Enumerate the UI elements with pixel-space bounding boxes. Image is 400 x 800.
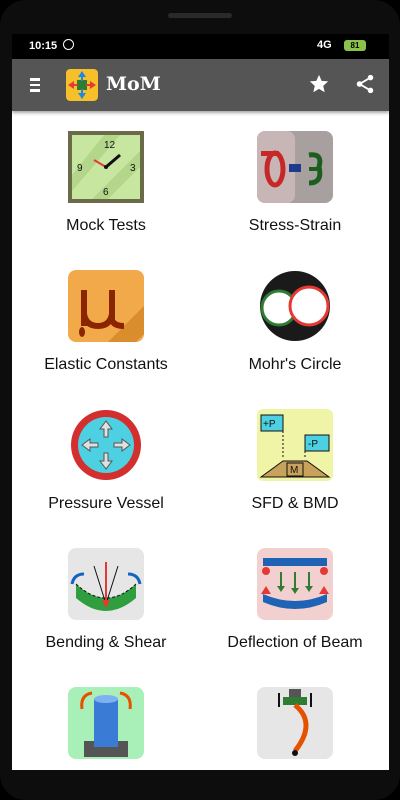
tile-label: Bending & Shear [45, 634, 167, 651]
status-bar: 10:15 4G 81 [12, 34, 389, 59]
svg-text:9: 9 [77, 163, 83, 174]
column-buckling-icon [257, 687, 333, 759]
tile-label: SFD & BMD [251, 495, 339, 512]
topic-grid: 12 3 6 9 Mock Tests Stress-Strain Elasti… [12, 111, 389, 770]
clock-icon: 12 3 6 9 [68, 131, 144, 203]
beam-deflection-icon [257, 548, 333, 620]
torsion-icon [68, 687, 144, 759]
tile-deflection-of-beam[interactable]: Deflection of Beam [201, 528, 389, 667]
screen: 10:15 4G 81 MoM 12 3 6 9 Mock Tests Stre… [12, 34, 389, 770]
tile-label: Mohr's Circle [248, 356, 342, 373]
svg-text:+P: +P [263, 419, 276, 430]
stress-strain-icon [257, 131, 333, 203]
svg-text:-P: -P [308, 439, 318, 450]
phone-frame: 10:15 4G 81 MoM 12 3 6 9 Mock Tests Stre… [0, 0, 400, 800]
tile-label: Deflection of Beam [227, 634, 363, 651]
share-icon[interactable] [354, 73, 376, 95]
menu-icon[interactable] [30, 78, 40, 92]
tile-column[interactable] [201, 667, 389, 770]
tile-torsion[interactable] [12, 667, 200, 770]
tile-label: Mock Tests [66, 217, 146, 234]
tile-label: Elastic Constants [44, 356, 168, 373]
bending-icon [68, 548, 144, 620]
app-logo [66, 69, 98, 101]
svg-text:3: 3 [130, 163, 136, 174]
tile-sfd-bmd[interactable]: +P -P M SFD & BMD [201, 389, 389, 528]
tile-label: Pressure Vessel [48, 495, 164, 512]
dnd-icon [63, 39, 74, 50]
sfd-bmd-icon: +P -P M [257, 409, 333, 481]
tile-mohrs-circle[interactable]: Mohr's Circle [201, 250, 389, 389]
star-icon[interactable] [308, 73, 330, 95]
svg-text:M: M [290, 465, 298, 476]
signal-icon: 4G [317, 39, 332, 51]
speaker-grille [168, 13, 232, 18]
tile-stress-strain[interactable]: Stress-Strain [201, 111, 389, 250]
tile-bending-shear[interactable]: Bending & Shear [12, 528, 200, 667]
battery-icon: 81 [344, 40, 366, 51]
mohr-circle-icon [260, 271, 330, 341]
pressure-vessel-icon [71, 410, 141, 480]
tile-elastic-constants[interactable]: Elastic Constants [12, 250, 200, 389]
tile-pressure-vessel[interactable]: Pressure Vessel [12, 389, 200, 528]
app-bar: MoM [12, 59, 389, 111]
status-time: 10:15 [29, 40, 58, 52]
svg-text:6: 6 [103, 187, 109, 198]
tile-mock-tests[interactable]: 12 3 6 9 Mock Tests [12, 111, 200, 250]
tile-label: Stress-Strain [248, 217, 342, 234]
app-title: MoM [106, 73, 161, 95]
svg-text:12: 12 [104, 140, 116, 151]
mu-icon [68, 270, 144, 342]
